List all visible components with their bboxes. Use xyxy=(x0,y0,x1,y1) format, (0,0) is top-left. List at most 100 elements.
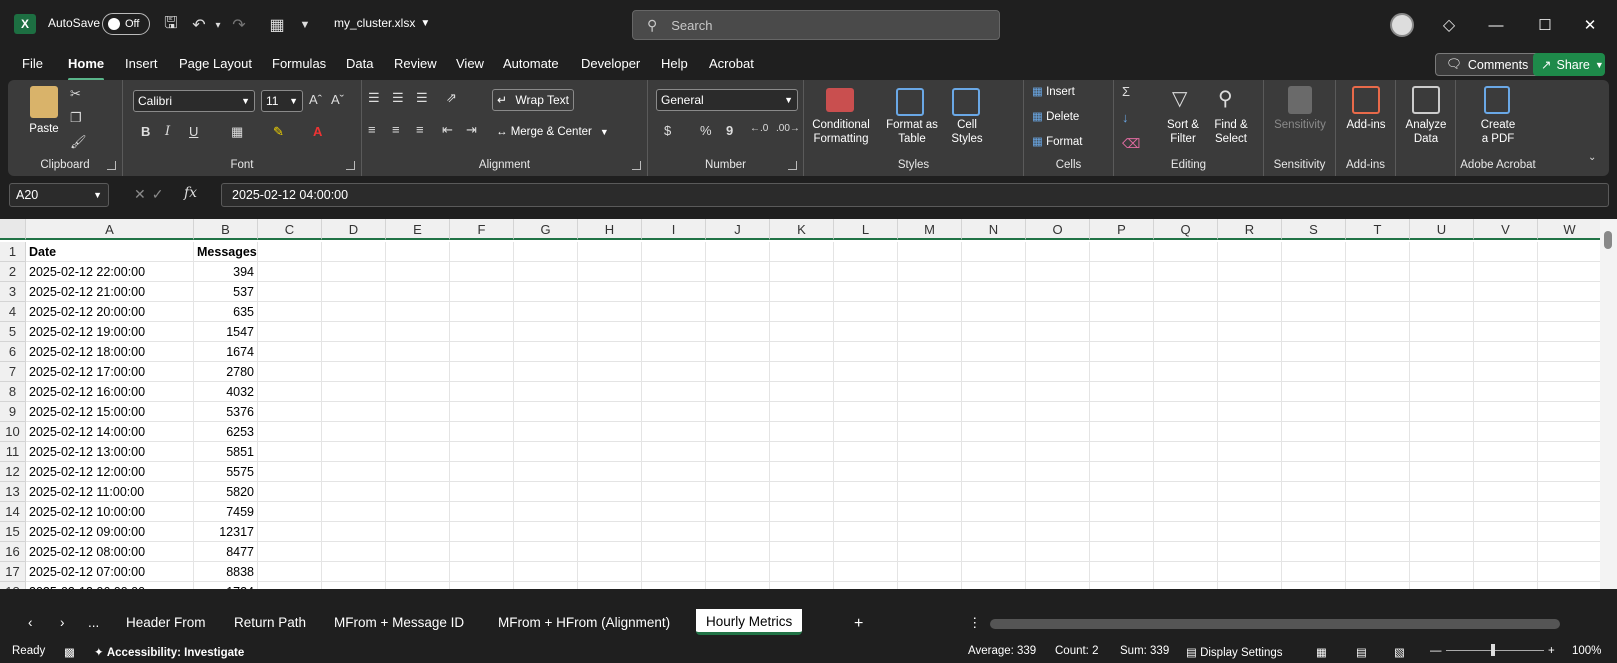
cell[interactable] xyxy=(450,462,514,482)
sensitivity-button[interactable]: Sensitivity xyxy=(1264,118,1336,132)
cell[interactable] xyxy=(706,322,770,342)
cell[interactable] xyxy=(1474,542,1538,562)
row-header[interactable]: 16 xyxy=(0,542,26,562)
column-header[interactable]: A xyxy=(26,219,194,240)
cell[interactable] xyxy=(1474,562,1538,582)
cell[interactable] xyxy=(1282,442,1346,462)
cell[interactable] xyxy=(258,242,322,262)
cell[interactable] xyxy=(898,322,962,342)
cell-messages[interactable]: 537 xyxy=(194,282,258,302)
underline-button[interactable]: U xyxy=(189,124,198,139)
page-break-view-icon[interactable]: ▧ xyxy=(1394,645,1405,659)
cell[interactable] xyxy=(1218,282,1282,302)
cell[interactable] xyxy=(514,422,578,442)
cell[interactable] xyxy=(1410,302,1474,322)
cell[interactable] xyxy=(514,522,578,542)
increase-font-icon[interactable]: Aˆ xyxy=(309,92,322,107)
cell-messages[interactable]: 12317 xyxy=(194,522,258,542)
cell-date[interactable]: 2025-02-12 18:00:00 xyxy=(26,342,194,362)
maximize-button[interactable]: ☐ xyxy=(1530,12,1560,38)
cell[interactable] xyxy=(1410,262,1474,282)
page-layout-view-icon[interactable]: ▤ xyxy=(1356,645,1367,659)
cell[interactable] xyxy=(450,502,514,522)
zoom-in-icon[interactable]: + xyxy=(1548,645,1555,657)
cell-messages[interactable]: 1674 xyxy=(194,342,258,362)
cell[interactable] xyxy=(642,442,706,462)
row-header[interactable]: 13 xyxy=(0,482,26,502)
cell[interactable] xyxy=(386,422,450,442)
cell[interactable] xyxy=(1218,322,1282,342)
cell-date[interactable]: 2025-02-12 14:00:00 xyxy=(26,422,194,442)
insert-function-button[interactable]: fx xyxy=(184,185,197,201)
cell[interactable] xyxy=(642,382,706,402)
cell-date[interactable]: Date xyxy=(26,242,194,262)
cell[interactable] xyxy=(578,582,642,589)
column-header[interactable]: F xyxy=(450,219,514,240)
format-as-table-icon[interactable] xyxy=(896,88,924,116)
tab-options-icon[interactable]: ⋮ xyxy=(968,615,982,631)
sort-filter-icon[interactable]: ▽ xyxy=(1172,86,1187,111)
tab-header-from[interactable]: Header From xyxy=(126,615,206,630)
cell[interactable] xyxy=(258,402,322,422)
cell-date[interactable]: 2025-02-12 11:00:00 xyxy=(26,482,194,502)
cell[interactable] xyxy=(1026,562,1090,582)
cell-date[interactable]: 2025-02-12 06:00:00 xyxy=(26,582,194,589)
menu-review[interactable]: Review xyxy=(394,56,437,71)
cell[interactable] xyxy=(1154,242,1218,262)
cell-date[interactable]: 2025-02-12 16:00:00 xyxy=(26,382,194,402)
column-header[interactable]: C xyxy=(258,219,322,240)
find-select-icon[interactable]: ⚲ xyxy=(1218,86,1233,111)
cell[interactable] xyxy=(1154,482,1218,502)
cell[interactable] xyxy=(1538,482,1600,502)
cell[interactable] xyxy=(1474,442,1538,462)
cell[interactable] xyxy=(258,482,322,502)
decrease-font-icon[interactable]: Aˇ xyxy=(331,92,344,107)
orientation-icon[interactable]: ⇗ xyxy=(446,90,457,106)
menu-developer[interactable]: Developer xyxy=(581,56,640,71)
cell[interactable] xyxy=(898,342,962,362)
cell[interactable] xyxy=(514,302,578,322)
cell[interactable] xyxy=(450,282,514,302)
cell[interactable] xyxy=(1538,342,1600,362)
cell[interactable] xyxy=(1410,362,1474,382)
cell-messages[interactable]: 5851 xyxy=(194,442,258,462)
cell-messages[interactable]: Messages xyxy=(194,242,258,262)
cell[interactable] xyxy=(1026,242,1090,262)
cell[interactable] xyxy=(322,282,386,302)
cell[interactable] xyxy=(706,302,770,322)
horizontal-scrollbar[interactable] xyxy=(990,619,1560,629)
cell[interactable] xyxy=(1474,422,1538,442)
cell[interactable] xyxy=(258,522,322,542)
cell-messages[interactable]: 394 xyxy=(194,262,258,282)
cell[interactable] xyxy=(706,582,770,589)
cell[interactable] xyxy=(386,482,450,502)
cell[interactable] xyxy=(962,242,1026,262)
conditional-formatting-icon[interactable] xyxy=(826,88,854,112)
cell[interactable] xyxy=(1218,342,1282,362)
conditional-formatting-button[interactable]: Conditional Formatting xyxy=(804,118,878,146)
decrease-decimal-icon[interactable]: .00→ xyxy=(776,123,800,134)
cell[interactable] xyxy=(1346,582,1410,589)
cell[interactable] xyxy=(450,302,514,322)
accessibility-status[interactable]: ✦ Accessibility: Investigate xyxy=(94,645,244,659)
cell[interactable] xyxy=(834,422,898,442)
tab-more-button[interactable]: ... xyxy=(88,615,99,630)
cell[interactable] xyxy=(258,282,322,302)
cell-messages[interactable]: 1547 xyxy=(194,322,258,342)
cell[interactable] xyxy=(1538,302,1600,322)
cell[interactable] xyxy=(642,482,706,502)
cell[interactable] xyxy=(1474,402,1538,422)
row-header[interactable]: 11 xyxy=(0,442,26,462)
menu-insert[interactable]: Insert xyxy=(125,56,158,71)
font-name-select[interactable]: Calibri ▼ xyxy=(133,90,255,112)
cell[interactable] xyxy=(1154,302,1218,322)
cell[interactable] xyxy=(514,462,578,482)
cell[interactable] xyxy=(770,482,834,502)
borders-icon[interactable]: ▦ xyxy=(231,124,243,140)
delete-cells-button[interactable]: ▦ Delete xyxy=(1032,110,1112,124)
cell[interactable] xyxy=(258,442,322,462)
cell[interactable] xyxy=(1538,242,1600,262)
cell[interactable] xyxy=(1282,582,1346,589)
cell[interactable] xyxy=(258,502,322,522)
cell[interactable] xyxy=(322,362,386,382)
